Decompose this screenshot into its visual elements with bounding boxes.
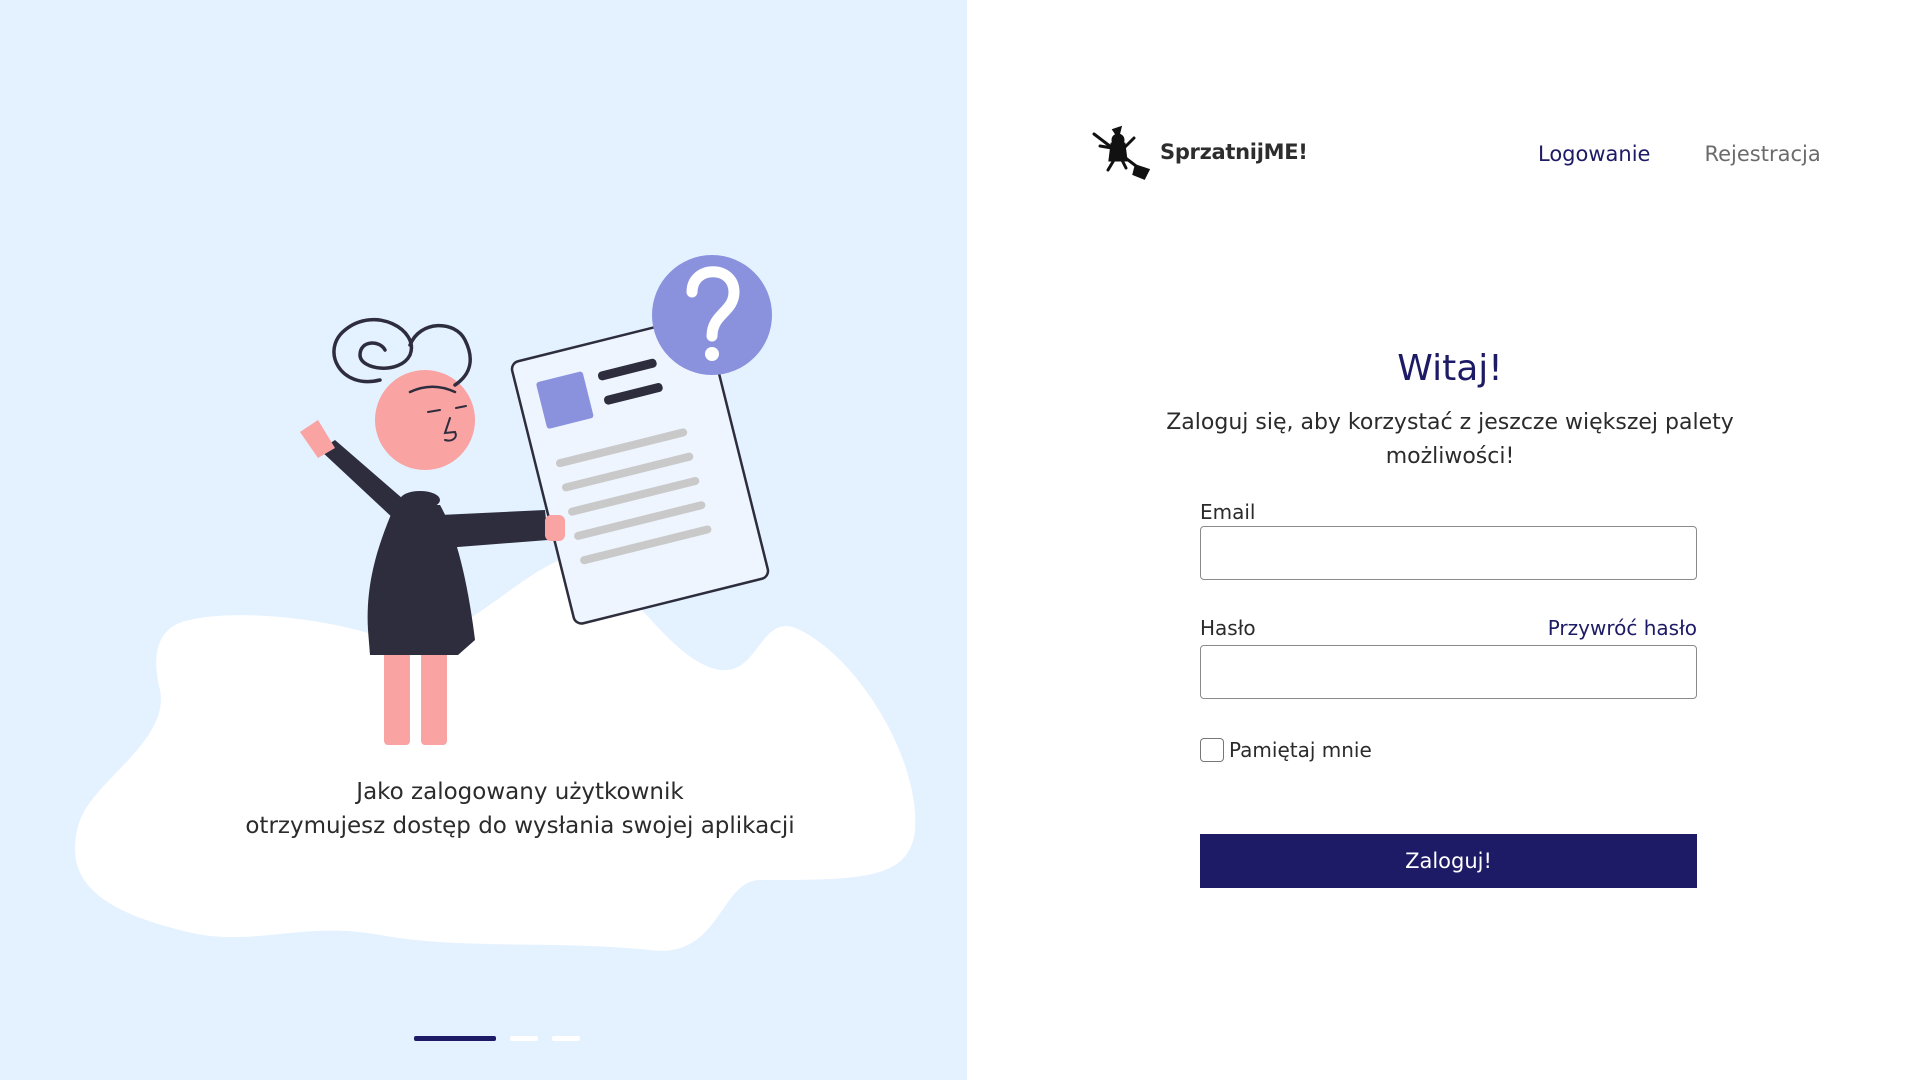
remember-me-checkbox[interactable] — [1200, 738, 1224, 762]
illustration-panel: Jako zalogowany użytkownik otrzymujesz d… — [0, 0, 967, 1080]
forgot-password-link[interactable]: Przywróć hasło — [1548, 616, 1697, 640]
login-button[interactable]: Zaloguj! — [1200, 834, 1697, 888]
password-label: Hasło — [1200, 616, 1256, 640]
email-label: Email — [1200, 500, 1256, 524]
nav-register-link[interactable]: Rejestracja — [1704, 142, 1820, 166]
witch-on-broom-icon — [1092, 125, 1150, 180]
illustration-caption: Jako zalogowany użytkownik otrzymujesz d… — [120, 775, 920, 843]
brand-logo[interactable]: SprzatnijME! — [1090, 124, 1308, 180]
carousel-dot-2[interactable] — [510, 1036, 538, 1041]
login-page: Jako zalogowany użytkownik otrzymujesz d… — [0, 0, 1920, 1080]
carousel-indicator — [414, 1036, 580, 1041]
page-subtitle: Zaloguj się, aby korzystać z jeszcze wię… — [1166, 410, 1734, 469]
password-label-row: Hasło Przywróć hasło — [1200, 616, 1697, 640]
page-title: Witaj! — [1397, 348, 1503, 389]
carousel-dot-3[interactable] — [552, 1036, 580, 1041]
caption-line-1: Jako zalogowany użytkownik — [356, 779, 684, 805]
login-illustration — [74, 255, 916, 951]
brand-name: SprzatnijME! — [1160, 140, 1308, 164]
auth-nav: Logowanie Rejestracja — [1538, 142, 1821, 166]
carousel-dot-1[interactable] — [414, 1036, 496, 1041]
password-field[interactable] — [1200, 645, 1697, 699]
email-field[interactable] — [1200, 526, 1697, 580]
question-bubble-icon — [652, 255, 772, 375]
nav-login-link[interactable]: Logowanie — [1538, 142, 1650, 166]
remember-me-row[interactable]: Pamiętaj mnie — [1200, 738, 1372, 762]
cloud-blob — [74, 557, 916, 951]
caption-line-2: otrzymujesz dostęp do wysłania swojej ap… — [245, 813, 795, 839]
remember-me-label: Pamiętaj mnie — [1229, 738, 1372, 762]
